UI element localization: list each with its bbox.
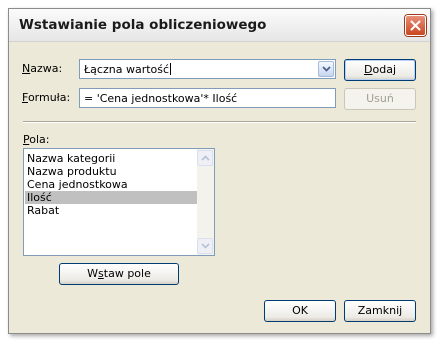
insert-field-button[interactable]: Wstaw pole (59, 263, 179, 285)
vertical-scrollbar[interactable] (197, 149, 214, 255)
fields-label: Pola: (23, 133, 50, 146)
name-label: Nazwa: (22, 62, 63, 75)
name-value: Łączna wartość (84, 63, 170, 76)
fields-listbox[interactable]: Nazwa kategorii Nazwa produktu Cena jedn… (23, 148, 215, 256)
list-item[interactable]: Rabat (25, 204, 199, 217)
close-icon[interactable] (405, 15, 426, 36)
list-item[interactable]: Nazwa produktu (25, 165, 199, 178)
add-button[interactable]: Dodaj (344, 59, 416, 81)
list-item[interactable]: Cena jednostkowa (25, 178, 199, 191)
dialog-title: Wstawianie pola obliczeniowego (19, 17, 267, 33)
close-button[interactable]: Zamknij (344, 300, 416, 322)
dialog-window: Wstawianie pola obliczeniowego Nazwa: Łą… (8, 8, 431, 334)
list-item-selected[interactable]: Ilość (25, 191, 199, 204)
title-bar: Wstawianie pola obliczeniowego (9, 9, 430, 42)
formula-value: = 'Cena jednostkowa'* Ilość (84, 92, 238, 105)
name-combobox[interactable]: Łączna wartość (79, 59, 336, 79)
list-item[interactable]: Nazwa kategorii (25, 152, 199, 165)
formula-label: Formuła: (22, 91, 71, 104)
ok-button[interactable]: OK (264, 300, 336, 322)
scroll-down-icon[interactable] (197, 238, 213, 254)
chevron-down-icon[interactable] (318, 61, 334, 77)
scroll-up-icon[interactable] (197, 150, 213, 166)
text-caret (170, 63, 172, 75)
separator (23, 121, 416, 123)
delete-button[interactable]: Usuń (344, 88, 416, 110)
formula-input[interactable]: = 'Cena jednostkowa'* Ilość (79, 88, 336, 108)
